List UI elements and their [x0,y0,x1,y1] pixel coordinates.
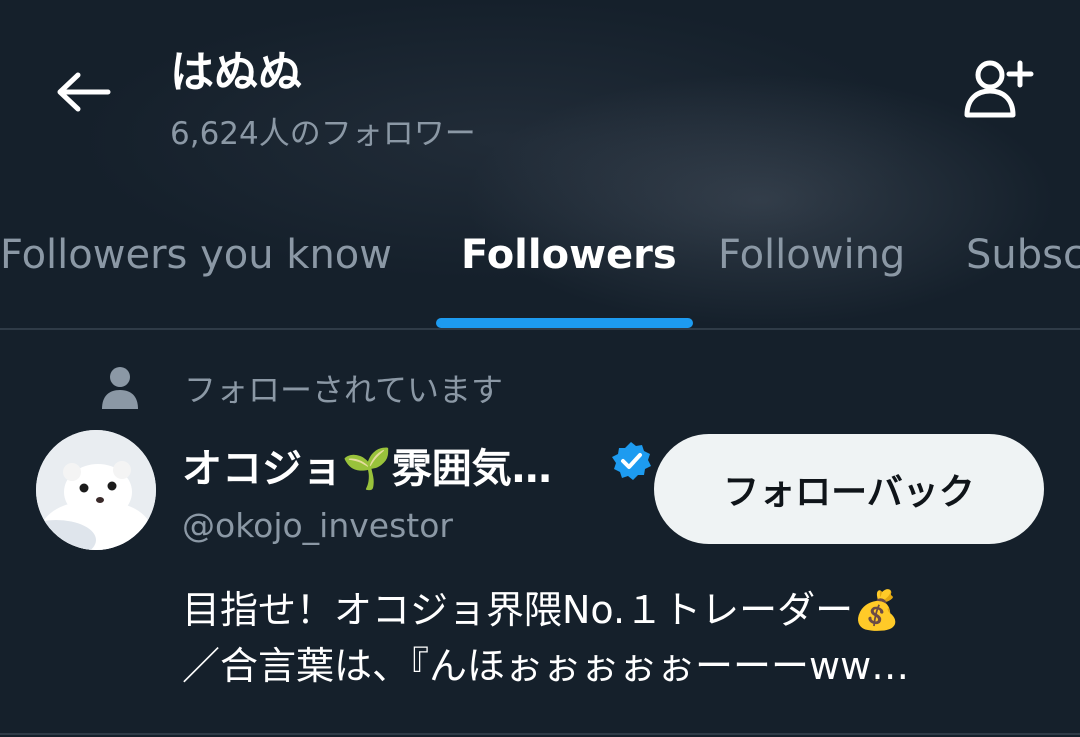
avatar[interactable] [36,430,156,550]
follows-you-label: フォローされています [184,371,504,409]
verified-badge-icon [612,442,651,480]
back-button[interactable] [52,60,116,124]
tab-followers[interactable]: Followers [461,232,677,278]
page-title: はぬぬ [170,47,302,98]
followers-page: はぬぬ 6,624人のフォロワー Followers you know Foll… [0,0,1080,737]
follows-you-note: フォローされています [100,366,503,410]
tab-followers-you-know[interactable]: Followers you know [0,232,392,278]
bio-line: ／合言葉は、『んほぉぉぉぉぉーーーww… [182,644,910,688]
person-icon [102,367,138,409]
profile-header: はぬぬ 6,624人のフォロワー Followers you know Foll… [0,0,1080,330]
tab-following[interactable]: Following [718,232,905,278]
bio-line: 目指せ！オコジョ界隈No.１トレーダー💰 [182,588,901,632]
list-divider [0,733,1080,735]
add-user-icon [964,60,1034,118]
follower-count: 6,624人のフォロワー [170,116,476,152]
user-bio: 目指せ！オコジョ界隈No.１トレーダー💰 ／合言葉は、『んほぉぉぉぉぉーーーww… [182,582,1032,694]
user-handle[interactable]: @okojo_investor [182,506,453,545]
tab-bar: Followers you know Followers Following S… [0,222,1080,328]
stoat-avatar-image [36,430,156,550]
display-name[interactable]: オコジョ🌱雰囲気… [182,436,592,494]
back-arrow-icon [57,72,111,112]
add-user-button[interactable] [958,54,1038,124]
tab-subscriptions[interactable]: Subsc [966,232,1080,278]
follow-back-button[interactable]: フォローバック [654,434,1044,544]
active-tab-indicator [436,318,693,328]
tab-divider [0,328,1080,330]
